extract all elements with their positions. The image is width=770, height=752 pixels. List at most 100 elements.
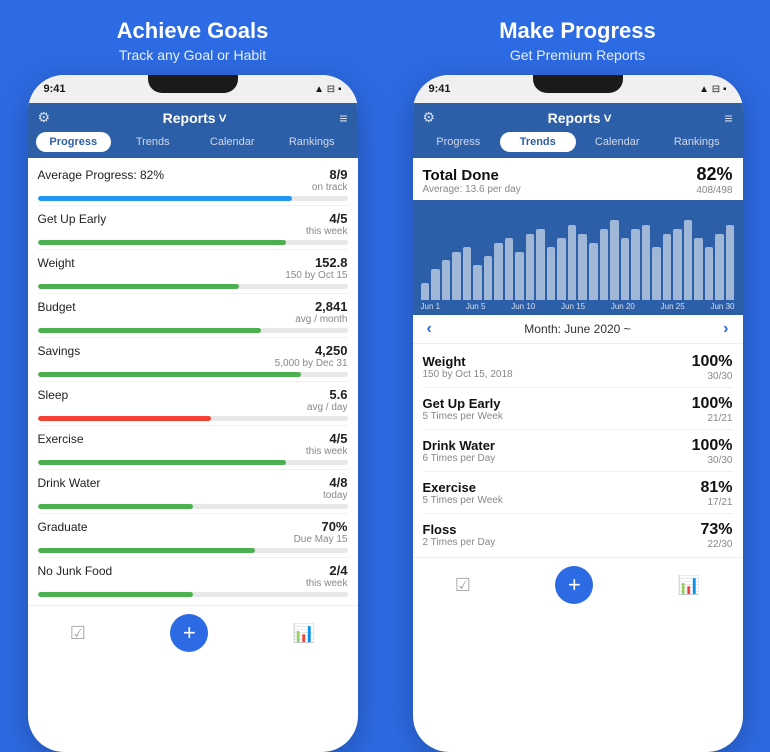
tab-trends[interactable]: Trends [115,132,191,152]
item-label: Graduate [38,520,88,534]
status-time: 9:41 [44,83,66,95]
trends-total-label: Total Done [423,167,521,184]
progress-bar-fill [38,196,292,201]
right-subtitle: Get Premium Reports [510,47,645,63]
prev-month-button[interactable]: ‹ [427,320,432,338]
chart-area [413,200,743,300]
right-checklist-icon[interactable]: ☑ [455,575,471,596]
chart-label: Jun 10 [511,302,535,311]
trend-row: Exercise 5 Times per Week 81% 17/21 [423,479,733,508]
item-sub: avg / day [307,402,348,413]
item-value: 152.8 150 by Oct 15 [285,255,347,281]
right-app-header: ⚙ Reports ˅ ≡ [413,103,743,132]
add-button[interactable]: + [170,614,208,652]
chart-bar [652,247,661,300]
item-value: 5.6 avg / day [307,387,348,413]
chart-bar [568,225,577,301]
right-phone-frame: 9:41 ▲ ⊟ ▪ ⚙ Reports ˅ ≡ Progress Trends… [413,75,743,752]
progress-bar-fill [38,284,240,289]
tab-progress[interactable]: Progress [36,132,112,152]
trend-sub: 5 Times per Week [423,411,503,422]
chart-label: Jun 15 [561,302,585,311]
trend-item: Drink Water 6 Times per Day 100% 30/30 [423,430,733,472]
chart-label: Jun 30 [710,302,734,311]
trend-label: Drink Water [423,438,496,453]
item-label: Drink Water [38,476,101,490]
chart-label: Jun 20 [611,302,635,311]
right-tab-calendar[interactable]: Calendar [580,132,656,152]
left-subtitle: Track any Goal or Habit [119,47,266,63]
trends-total-count: 408/498 [696,185,732,196]
trend-sub: 2 Times per Day [423,537,496,548]
progress-item: Average Progress: 82% 8/9 on track [38,162,348,206]
progress-bar-fill [38,548,255,553]
right-header-chevron: ˅ [604,110,612,126]
chart-labels: Jun 1Jun 5Jun 10Jun 15Jun 20Jun 25Jun 30 [413,300,743,315]
chart-bar [505,238,514,300]
trend-count: 17/21 [700,497,732,508]
right-add-button[interactable]: + [555,566,593,604]
checklist-icon[interactable]: ☑ [70,623,86,644]
trend-label: Floss [423,522,496,537]
trend-pct: 81% [700,479,732,497]
item-value: 4/5 this week [306,431,348,457]
chart-bar [631,229,640,300]
right-settings-icon[interactable]: ⚙ [423,109,436,126]
trends-header: Total Done Average: 13.6 per day 82% 408… [413,158,743,200]
progress-bar-fill [38,328,261,333]
month-label[interactable]: Month: June 2020 ~ [524,322,630,336]
progress-item: Budget 2,841 avg / month [38,294,348,338]
trends-avg: Average: 13.6 per day [423,184,521,195]
tab-calendar[interactable]: Calendar [195,132,271,152]
trend-item: Floss 2 Times per Day 73% 22/30 [423,514,733,555]
chart-label: Jun 1 [421,302,441,311]
chart-bar [621,238,630,300]
progress-item: Drink Water 4/8 today [38,470,348,514]
next-month-button[interactable]: › [723,320,728,338]
progress-item: Exercise 4/5 this week [38,426,348,470]
chart-label: Jun 25 [661,302,685,311]
progress-bar-bg [38,504,348,509]
chart-bar [484,256,493,300]
progress-bar-fill [38,372,302,377]
progress-bar-bg [38,548,348,553]
item-sub: Due May 15 [294,534,348,545]
month-nav: ‹ Month: June 2020 ~ › [413,315,743,344]
status-icons: ▲ ⊟ ▪ [314,84,341,95]
right-filter-icon[interactable]: ≡ [724,110,732,126]
notch [148,75,238,93]
right-title: Make Progress [499,18,656,44]
tab-rankings[interactable]: Rankings [274,132,350,152]
trend-pct: 100% [692,437,733,455]
progress-item: Graduate 70% Due May 15 [38,514,348,558]
trend-row: Weight 150 by Oct 15, 2018 100% 30/30 [423,353,733,382]
right-tab-rankings[interactable]: Rankings [659,132,735,152]
chart-bar [547,247,556,300]
filter-icon[interactable]: ≡ [339,110,347,126]
chart-icon[interactable]: 📊 [293,623,315,644]
chart-bar [557,238,566,300]
right-chart-icon[interactable]: 📊 [678,575,700,596]
right-tab-trends[interactable]: Trends [500,132,576,152]
progress-bar-bg [38,460,348,465]
header-chevron: ˅ [219,110,227,126]
chart-bar [463,247,472,300]
progress-bar-fill [38,416,212,421]
trend-count: 30/30 [692,455,733,466]
item-sub: avg / month [295,314,347,325]
trends-total-pct: 82% [696,164,732,185]
item-label: Sleep [38,388,69,402]
right-tab-progress[interactable]: Progress [421,132,497,152]
right-notch [533,75,623,93]
progress-bar-bg [38,196,348,201]
progress-bar-fill [38,592,193,597]
item-sub: this week [306,226,348,237]
trend-count: 21/21 [692,413,733,424]
item-sub: this week [306,446,348,457]
settings-icon[interactable]: ⚙ [38,109,51,126]
chart-bar [578,234,587,301]
trend-item: Weight 150 by Oct 15, 2018 100% 30/30 [423,346,733,388]
chart-bar [452,252,461,301]
header-title-area: Reports ˅ [163,110,227,126]
progress-list: Average Progress: 82% 8/9 on track Get U… [28,158,358,605]
